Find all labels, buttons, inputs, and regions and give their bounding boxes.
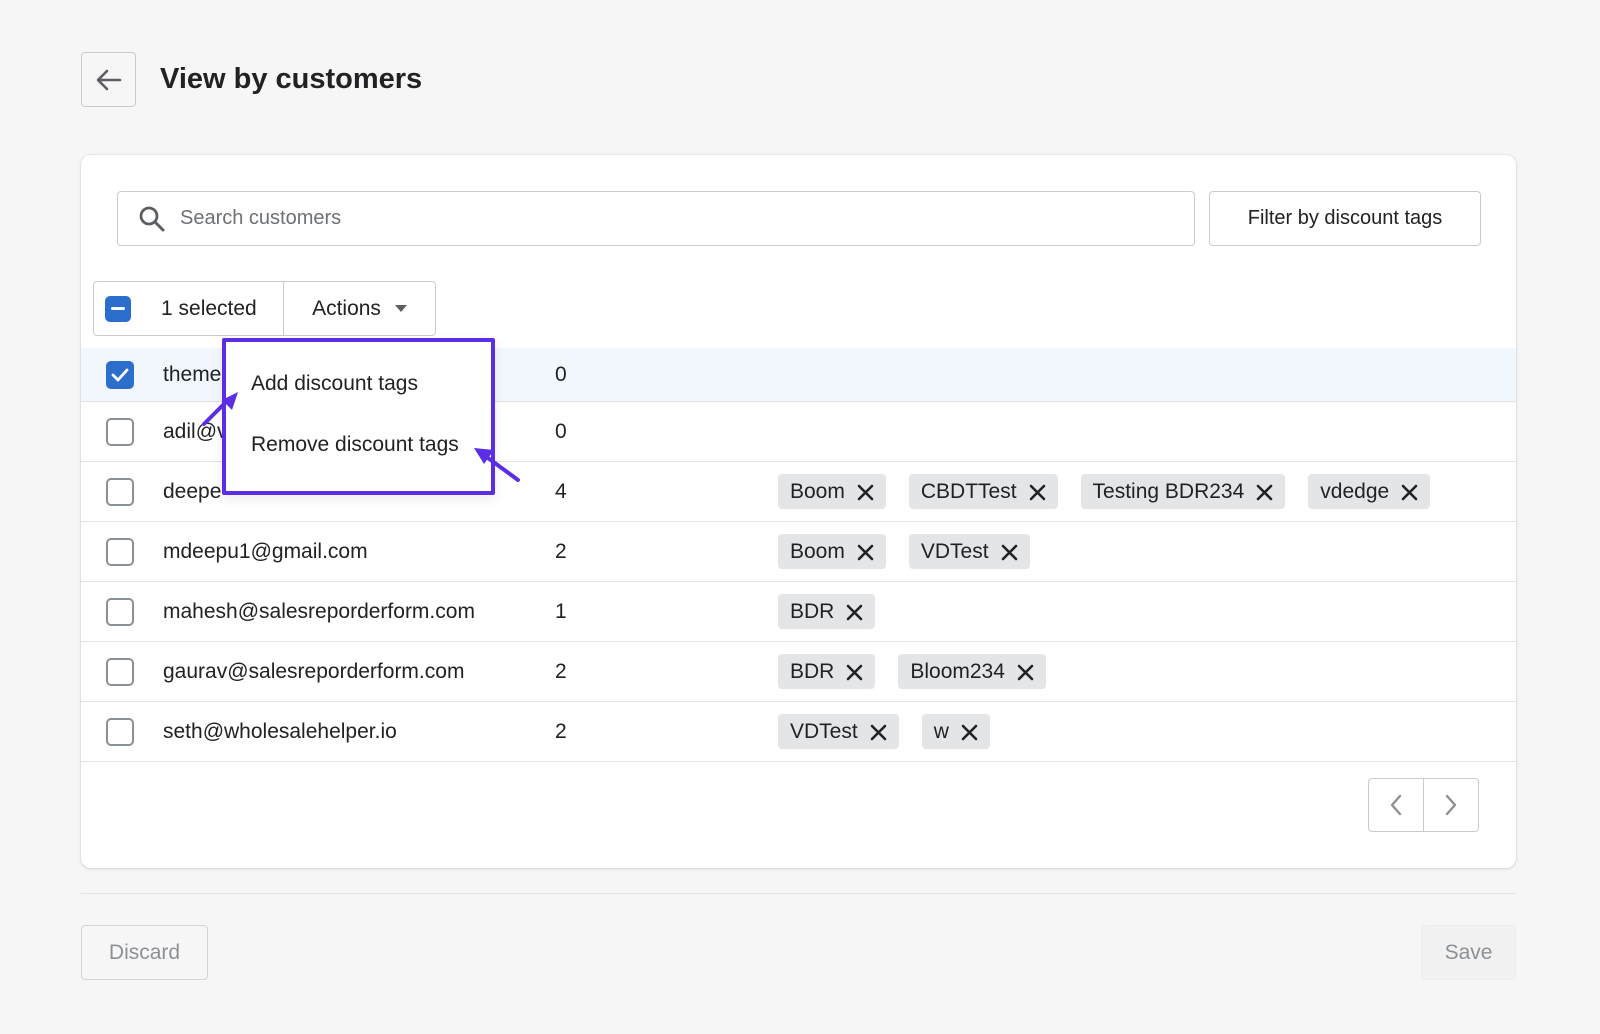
footer-divider — [81, 893, 1516, 894]
table-row[interactable]: mahesh@salesreporderform.com 1 BDR — [81, 582, 1516, 642]
customer-email: mahesh@salesreporderform.com — [163, 599, 475, 623]
tag-list: Boom VDTest — [778, 534, 1030, 569]
remove-tag-icon[interactable] — [846, 603, 863, 621]
tag-count: 2 — [555, 539, 567, 563]
table-row[interactable]: seth@wholesalehelper.io 2 VDTest w — [81, 702, 1516, 762]
search-input[interactable]: Search customers — [117, 191, 1195, 246]
indeterminate-dash-icon — [111, 307, 125, 310]
menu-item-remove-discount-tags[interactable]: Remove discount tags — [251, 433, 459, 457]
bulk-actions-bar: 1 selected Actions — [93, 281, 436, 336]
next-page-button[interactable] — [1423, 779, 1478, 831]
actions-label: Actions — [312, 296, 381, 320]
annotation-arrow-remove-icon — [474, 448, 520, 482]
customer-email: seth@wholesalehelper.io — [163, 719, 397, 743]
previous-page-button[interactable] — [1369, 779, 1423, 831]
remove-tag-icon[interactable] — [1401, 483, 1418, 501]
chevron-right-icon — [1445, 794, 1457, 816]
page-title: View by customers — [160, 63, 423, 95]
discount-tag: VDTest — [908, 534, 1030, 569]
remove-tag-icon[interactable] — [870, 723, 887, 741]
tag-count: 0 — [555, 362, 567, 386]
discount-tag: BDR — [778, 594, 876, 629]
row-checkbox[interactable] — [106, 657, 134, 686]
annotation-arrow-add-icon — [202, 392, 238, 426]
remove-tag-icon[interactable] — [857, 543, 874, 561]
row-checkbox[interactable] — [106, 537, 134, 566]
discount-tag: Bloom234 — [898, 654, 1046, 689]
save-button[interactable]: Save — [1421, 925, 1516, 980]
tag-list: Boom CBDTTest Testing BDR234 vdedge — [778, 474, 1431, 509]
select-all-checkbox[interactable] — [105, 295, 131, 322]
page-header: View by customers — [81, 52, 422, 107]
discount-tag: CBDTTest — [908, 474, 1058, 509]
tag-count: 1 — [555, 599, 567, 623]
remove-tag-icon[interactable] — [1017, 663, 1034, 681]
arrow-left-icon — [96, 69, 121, 90]
actions-dropdown-button[interactable]: Actions — [284, 282, 435, 335]
filter-by-tags-button[interactable]: Filter by discount tags — [1209, 191, 1481, 246]
customer-email: gaurav@salesreporderform.com — [163, 659, 465, 683]
discount-tag: w — [921, 714, 990, 749]
discount-tag: Boom — [778, 474, 886, 509]
table-row[interactable]: gaurav@salesreporderform.com 2 BDR Bloom234 — [81, 642, 1516, 702]
menu-item-add-discount-tags[interactable]: Add discount tags — [251, 372, 418, 396]
tag-label: BDR — [790, 659, 835, 683]
discount-tag: vdedge — [1308, 474, 1431, 509]
customer-email: deepe — [163, 479, 222, 503]
row-checkbox[interactable] — [106, 477, 134, 506]
remove-tag-icon[interactable] — [846, 663, 863, 681]
discount-tag: Testing BDR234 — [1080, 474, 1286, 509]
tag-label: vdedge — [1320, 479, 1390, 503]
tag-label: Boom — [790, 539, 845, 563]
remove-tag-icon[interactable] — [961, 723, 978, 741]
pagination — [1368, 778, 1479, 832]
back-button[interactable] — [81, 52, 136, 107]
tag-label: Testing BDR234 — [1092, 479, 1245, 503]
search-placeholder: Search customers — [180, 207, 342, 229]
tag-count: 4 — [555, 479, 567, 503]
checkmark-icon — [111, 368, 129, 381]
tag-count: 2 — [555, 659, 567, 683]
row-checkbox[interactable] — [106, 360, 134, 389]
actions-menu: Add discount tags Remove discount tags — [222, 338, 495, 495]
table-row[interactable]: mdeepu1@gmail.com 2 Boom VDTest — [81, 522, 1516, 582]
tag-label: VDTest — [790, 719, 858, 743]
tag-label: Bloom234 — [910, 659, 1005, 683]
discount-tag: Boom — [778, 534, 886, 569]
row-checkbox[interactable] — [106, 597, 134, 626]
search-icon — [139, 206, 165, 231]
remove-tag-icon[interactable] — [1001, 543, 1018, 561]
selected-count-label: 1 selected — [161, 296, 257, 320]
tag-label: CBDTTest — [920, 479, 1017, 503]
customers-card: Search customers Filter by discount tags… — [81, 155, 1516, 868]
chevron-left-icon — [1390, 794, 1402, 816]
tag-count: 0 — [555, 419, 567, 443]
tag-list: BDR — [778, 594, 876, 629]
tag-label: VDTest — [920, 539, 989, 563]
remove-tag-icon[interactable] — [1029, 483, 1046, 501]
remove-tag-icon[interactable] — [857, 483, 874, 501]
discount-tag: VDTest — [778, 714, 899, 749]
tag-count: 2 — [555, 719, 567, 743]
bulk-select: 1 selected — [94, 282, 284, 335]
customer-email: theme — [163, 362, 222, 386]
tag-list: BDR Bloom234 — [778, 654, 1046, 689]
tag-label: Boom — [790, 479, 845, 503]
caret-down-icon — [394, 305, 407, 312]
customer-email: mdeepu1@gmail.com — [163, 539, 368, 563]
discard-button[interactable]: Discard — [81, 925, 208, 980]
discount-tag: BDR — [778, 654, 876, 689]
row-checkbox[interactable] — [106, 717, 134, 746]
remove-tag-icon[interactable] — [1256, 483, 1273, 501]
tag-label: BDR — [790, 599, 835, 623]
tag-label: w — [933, 719, 949, 743]
row-checkbox[interactable] — [106, 417, 134, 446]
tag-list: VDTest w — [778, 714, 990, 749]
